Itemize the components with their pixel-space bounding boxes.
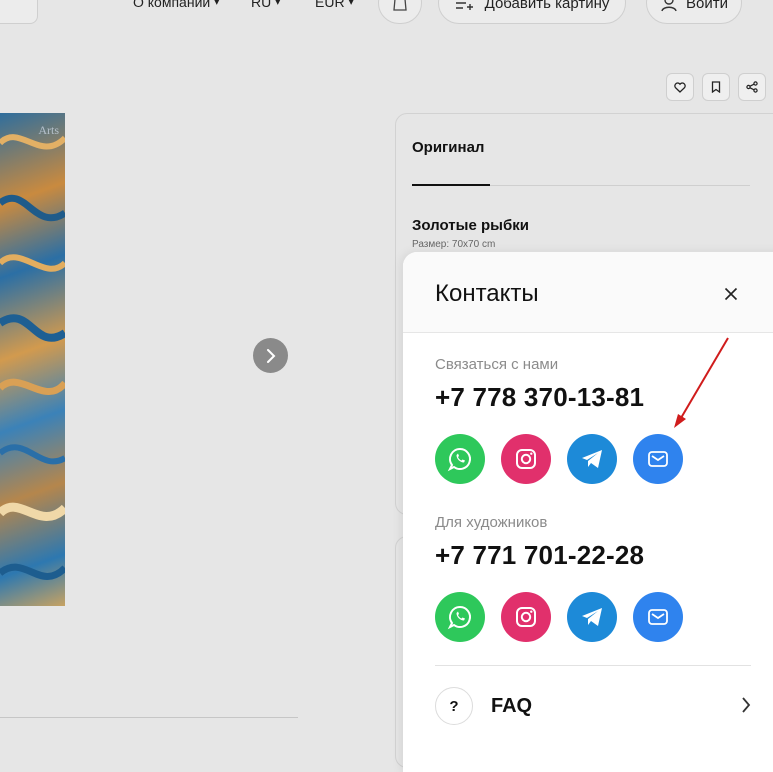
user-icon: [661, 0, 677, 12]
currency-label: EUR: [315, 0, 345, 10]
next-image-button[interactable]: [253, 338, 288, 373]
telegram-icon: [582, 608, 602, 626]
add-painting-button[interactable]: Добавить картину: [438, 0, 626, 24]
faq-label: FAQ: [491, 694, 533, 717]
modal-divider: [435, 665, 751, 666]
currency-select[interactable]: EUR ▾: [315, 0, 354, 10]
chevron-right-icon: [742, 697, 751, 713]
nav-about-label: О компании: [133, 0, 211, 10]
tab-underline: [412, 184, 490, 186]
bookmark-icon: [711, 81, 721, 93]
divider: [0, 717, 298, 718]
nav-about[interactable]: О компании ▾: [133, 0, 219, 10]
add-list-icon: [455, 2, 473, 10]
contact-phone-link[interactable]: +7 778 370-13-81: [435, 382, 644, 413]
header-left-button[interactable]: [0, 0, 38, 24]
add-painting-label: Добавить картину: [484, 0, 610, 12]
product-size: Размер: 70x70 cm: [412, 239, 496, 250]
chevron-right-icon: [266, 348, 275, 363]
whatsapp-icon: [447, 447, 471, 472]
email-icon: [648, 451, 668, 467]
login-button[interactable]: Войти: [646, 0, 742, 24]
close-icon: [724, 287, 738, 301]
telegram-button[interactable]: [567, 434, 617, 484]
caret-down-icon: ▾: [348, 0, 354, 8]
artists-section-label: Для художников: [435, 514, 548, 531]
favorite-button[interactable]: [666, 73, 694, 101]
cart-button[interactable]: [378, 0, 422, 24]
top-bar: О компании ▾ RU ▾ EUR ▾ Добавить картину…: [0, 0, 773, 30]
instagram-icon: [516, 449, 536, 469]
faq-link[interactable]: ? FAQ: [435, 686, 751, 726]
contacts-modal: Контакты Связаться с нами +7 778 370-13-…: [403, 252, 773, 772]
instagram-button[interactable]: [501, 592, 551, 642]
language-select[interactable]: RU ▾: [251, 0, 280, 10]
tab-divider: [490, 185, 750, 186]
close-button[interactable]: [721, 284, 741, 304]
question-icon: ?: [435, 687, 473, 725]
bookmark-button[interactable]: [702, 73, 730, 101]
whatsapp-icon: [447, 605, 471, 630]
painting-strokes: [0, 134, 65, 580]
whatsapp-button[interactable]: [435, 434, 485, 484]
login-label: Войти: [686, 0, 728, 12]
whatsapp-button[interactable]: [435, 592, 485, 642]
language-label: RU: [251, 0, 272, 10]
telegram-button[interactable]: [567, 592, 617, 642]
painting-image: Arts: [0, 113, 65, 606]
email-button[interactable]: [633, 434, 683, 484]
cart-icon: [393, 0, 407, 11]
share-button[interactable]: [738, 73, 766, 101]
artists-socials: [435, 592, 683, 642]
caret-down-icon: ▾: [214, 0, 220, 8]
contact-socials: [435, 434, 683, 484]
email-icon: [648, 609, 668, 625]
modal-title: Контакты: [435, 280, 539, 307]
email-button[interactable]: [633, 592, 683, 642]
caret-down-icon: ▾: [275, 0, 281, 8]
artists-phone-link[interactable]: +7 771 701-22-28: [435, 540, 644, 571]
telegram-icon: [582, 450, 602, 468]
product-title: Золотые рыбки: [412, 217, 529, 234]
watermark: Arts: [38, 123, 59, 137]
contact-section-label: Связаться с нами: [435, 356, 559, 373]
heart-icon: [674, 81, 686, 93]
instagram-icon: [516, 607, 536, 627]
modal-header: Контакты: [403, 252, 773, 333]
instagram-button[interactable]: [501, 434, 551, 484]
share-icon: [746, 81, 758, 93]
tab-original[interactable]: Оригинал: [412, 139, 484, 156]
